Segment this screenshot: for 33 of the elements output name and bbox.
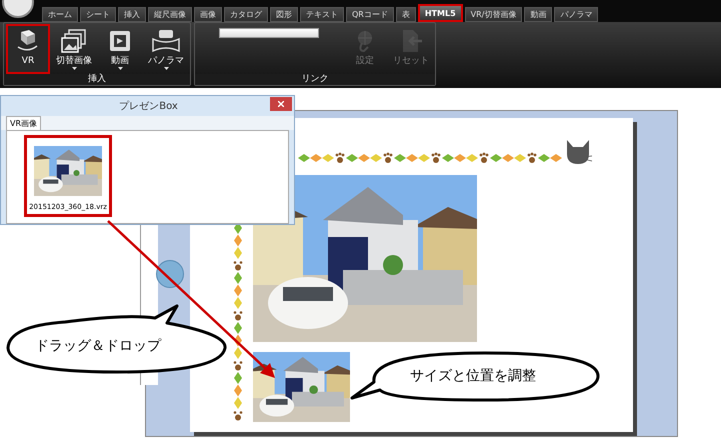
url-field[interactable] [219, 28, 319, 38]
ribbon-tab[interactable]: 表 [396, 7, 416, 22]
window-title: プレゼンBox [118, 100, 179, 114]
ribbon-tab[interactable]: 図形 [270, 7, 298, 22]
ribbon-tab[interactable]: QRコード [346, 7, 394, 22]
panorama-360-icon [151, 29, 181, 53]
close-button[interactable] [270, 97, 292, 111]
ribbon-tab[interactable]: カタログ [224, 7, 268, 22]
caret-icon [118, 67, 122, 70]
ribbon-tab[interactable]: シート [80, 7, 116, 22]
ribbon-button[interactable]: 切替画像 [52, 24, 96, 74]
group-label: リンク [195, 74, 435, 85]
ribbon-tab[interactable]: 挿入 [118, 7, 146, 22]
caret-icon [164, 67, 168, 70]
ribbon-button[interactable]: VR [6, 24, 50, 74]
group-label: 挿入 [4, 74, 190, 85]
ribbon-tab[interactable]: 縦尺画像 [148, 7, 192, 22]
ribbon-tab[interactable]: テキスト [300, 7, 344, 22]
ribbon-tab[interactable]: 画像 [194, 7, 222, 22]
ribbon-tab[interactable]: ホーム [42, 7, 78, 22]
callout-text: ドラッグ＆ドロップ [35, 337, 161, 356]
callout-text: サイズと位置を調整 [410, 367, 536, 386]
ribbon-tab[interactable]: HTML5 [418, 4, 463, 22]
images-icon [61, 29, 87, 53]
close-icon [278, 101, 284, 107]
ribbon-tab[interactable]: 動画 [524, 7, 552, 22]
ribbon-tab[interactable]: パノラマ [554, 7, 598, 22]
caret-icon [72, 67, 76, 70]
ribbon-button[interactable]: 動画 [98, 24, 142, 74]
film-icon [107, 29, 133, 53]
ribbon-button[interactable]: パノラマ [144, 24, 188, 74]
ribbon-tab[interactable]: VR/切替画像 [464, 7, 522, 22]
window-tab[interactable]: VR画像 [6, 116, 42, 130]
